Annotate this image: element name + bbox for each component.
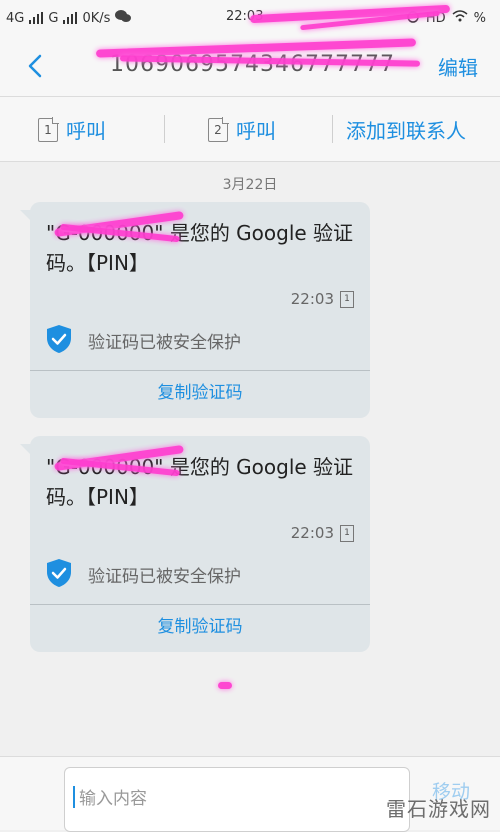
edit-button[interactable]: 编辑 [438,52,478,81]
safety-label: 验证码已被安全保护 [88,567,241,587]
status-bar: 4G G 0K/s 22:03 HD % [0,0,500,36]
copy-code-button[interactable]: 复制验证码 [30,378,370,403]
divider [164,115,165,143]
battery-percent: % [473,10,486,26]
message-time: 22:03 [290,524,334,542]
network-type-1: 4G [6,10,25,26]
divider [30,370,370,371]
sim2-icon: 2 [208,117,228,142]
wechat-icon [115,9,132,27]
date-divider: 3月22日 [222,177,278,193]
message-bubble[interactable]: "G-000000" 是您的 Google 验证码。【PIN】 22:03 1 … [20,202,370,418]
network-type-2: G [48,10,59,26]
message-meta: 22:03 1 [291,524,354,542]
back-icon[interactable] [22,52,50,80]
divider [332,115,333,143]
nav-bar: 1069069574346777777 编辑 [0,36,500,97]
redaction-mark [218,682,232,689]
divider [30,604,370,605]
message-input[interactable]: 输入内容 [64,767,410,832]
call-sim1-button[interactable]: 1 呼叫 [38,115,106,144]
status-left: 4G G 0K/s [6,9,132,27]
message-time: 22:03 [290,290,334,308]
sim1-icon: 1 [38,117,58,142]
network-speed: 0K/s [82,10,111,26]
shield-check-icon [46,558,72,588]
signal-icon [29,12,44,24]
call-sim2-button[interactable]: 2 呼叫 [208,115,276,144]
action-bar: 1 呼叫 2 呼叫 添加到联系人 [0,97,500,162]
watermark: 雷石游戏网 [386,797,491,821]
wifi-icon [452,10,468,26]
message-bubble[interactable]: "G-000000" 是您的 Google 验证码。【PIN】 22:03 1 … [20,436,370,652]
text-cursor [73,786,75,808]
shield-check-icon [46,324,72,354]
signal-icon-2 [63,12,78,24]
input-placeholder: 输入内容 [79,789,147,809]
sim-icon: 1 [340,290,354,308]
add-contact-button[interactable]: 添加到联系人 [346,115,466,144]
message-meta: 22:03 1 [291,290,354,308]
call-label: 呼叫 [236,119,276,143]
call-label: 呼叫 [66,119,106,143]
add-contact-label: 添加到联系人 [346,119,466,143]
copy-code-button[interactable]: 复制验证码 [30,612,370,637]
safety-label: 验证码已被安全保护 [88,333,241,353]
sim-icon: 1 [340,524,354,542]
